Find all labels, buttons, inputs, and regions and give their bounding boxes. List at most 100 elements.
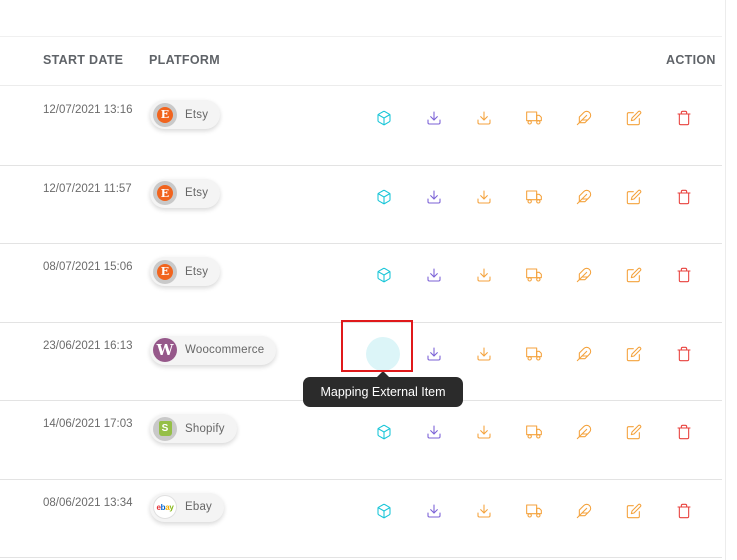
import-button[interactable] [424,108,444,128]
download-icon [476,346,492,362]
delete-button[interactable] [674,422,694,442]
download-icon [476,424,492,440]
edit-button[interactable] [624,265,644,285]
truck-icon [526,424,542,440]
cube-icon [376,267,392,283]
download-button[interactable] [474,265,494,285]
etsy-logo: E [153,259,177,284]
feather-icon [576,189,592,205]
woo-letter: W [156,341,174,359]
start-date-header: START DATE [43,53,124,67]
import-button[interactable] [424,187,444,207]
edit-button[interactable] [624,422,644,442]
platform-badge: S Shopify [150,414,237,443]
truck-icon [526,189,542,205]
platform-badge: E Etsy [150,257,221,286]
platform-badge: e b a y Ebay [150,492,225,522]
etsy-logo: E [153,181,177,205]
import-button[interactable] [424,265,444,285]
import-button[interactable] [424,501,444,521]
delete-button[interactable] [674,187,694,207]
feather-button[interactable] [574,422,594,442]
table-row: 12/07/2021 13:16 E Etsy [0,87,722,166]
ebay-letter: y [169,502,174,512]
action-header: ACTION [666,53,716,67]
download-icon [426,503,442,519]
delete-button[interactable] [674,108,694,128]
import-button[interactable] [424,344,444,364]
shipping-button[interactable] [524,108,544,128]
mapping-external-item-button[interactable] [374,265,394,285]
shipping-button[interactable] [524,187,544,207]
trash-icon [676,503,692,519]
platform-badge: E Etsy [150,178,221,208]
feather-button[interactable] [574,501,594,521]
edit-icon [626,189,642,205]
woocommerce-logo: W [153,338,177,362]
cube-icon [376,189,392,205]
edit-icon [626,346,642,362]
trash-icon [676,189,692,205]
feather-button[interactable] [574,344,594,364]
feather-icon [576,346,592,362]
table-row: 14/06/2021 17:03 S Shopify [0,401,722,480]
download-icon [426,267,442,283]
highlight-box [341,320,413,372]
download-button[interactable] [474,344,494,364]
shipping-button[interactable] [524,344,544,364]
edit-button[interactable] [624,187,644,207]
download-icon [426,424,442,440]
platform-name: Shopify [185,422,225,435]
download-icon [476,110,492,126]
etsy-letter: E [157,185,173,201]
feather-button[interactable] [574,108,594,128]
download-icon [476,503,492,519]
scrollbar[interactable] [725,0,737,560]
delete-button[interactable] [674,501,694,521]
mapping-external-item-button[interactable] [374,501,394,521]
download-button[interactable] [474,187,494,207]
etsy-letter: E [157,263,173,280]
import-button[interactable] [424,422,444,442]
feather-button[interactable] [574,187,594,207]
tooltip: Mapping External Item [303,377,463,407]
etsy-logo: E [153,102,177,127]
edit-button[interactable] [624,344,644,364]
download-button[interactable] [474,108,494,128]
edit-icon [626,267,642,283]
trash-icon [676,110,692,126]
shipping-button[interactable] [524,265,544,285]
mapping-external-item-button[interactable] [374,108,394,128]
start-date-cell: 14/06/2021 17:03 [43,418,133,430]
delete-button[interactable] [674,265,694,285]
platform-name: Etsy [185,187,209,199]
cube-icon [376,424,392,440]
table-row: 12/07/2021 11:57 E Etsy [0,166,722,244]
feather-icon [576,110,592,126]
shipping-button[interactable] [524,422,544,442]
cube-icon [376,503,392,519]
mapping-external-item-button[interactable] [374,187,394,207]
download-icon [426,346,442,362]
edit-button[interactable] [624,501,644,521]
mapping-external-item-button[interactable] [374,422,394,442]
download-button[interactable] [474,501,494,521]
edit-button[interactable] [624,108,644,128]
feather-icon [576,424,592,440]
shipping-button[interactable] [524,501,544,521]
table-row: 08/07/2021 15:06 E Etsy [0,244,722,323]
edit-icon [626,110,642,126]
truck-icon [526,503,542,519]
download-button[interactable] [474,422,494,442]
etsy-letter: E [157,106,173,123]
trash-icon [676,267,692,283]
feather-button[interactable] [574,265,594,285]
download-icon [476,267,492,283]
table-header: START DATE PLATFORM ACTION [0,37,722,86]
truck-icon [526,346,542,362]
table-row: 08/06/2021 13:34 e b a y Ebay [0,480,722,558]
platform-name: Woocommerce [185,344,265,356]
delete-button[interactable] [674,344,694,364]
trash-icon [676,346,692,362]
shopify-letter: S [158,421,172,436]
